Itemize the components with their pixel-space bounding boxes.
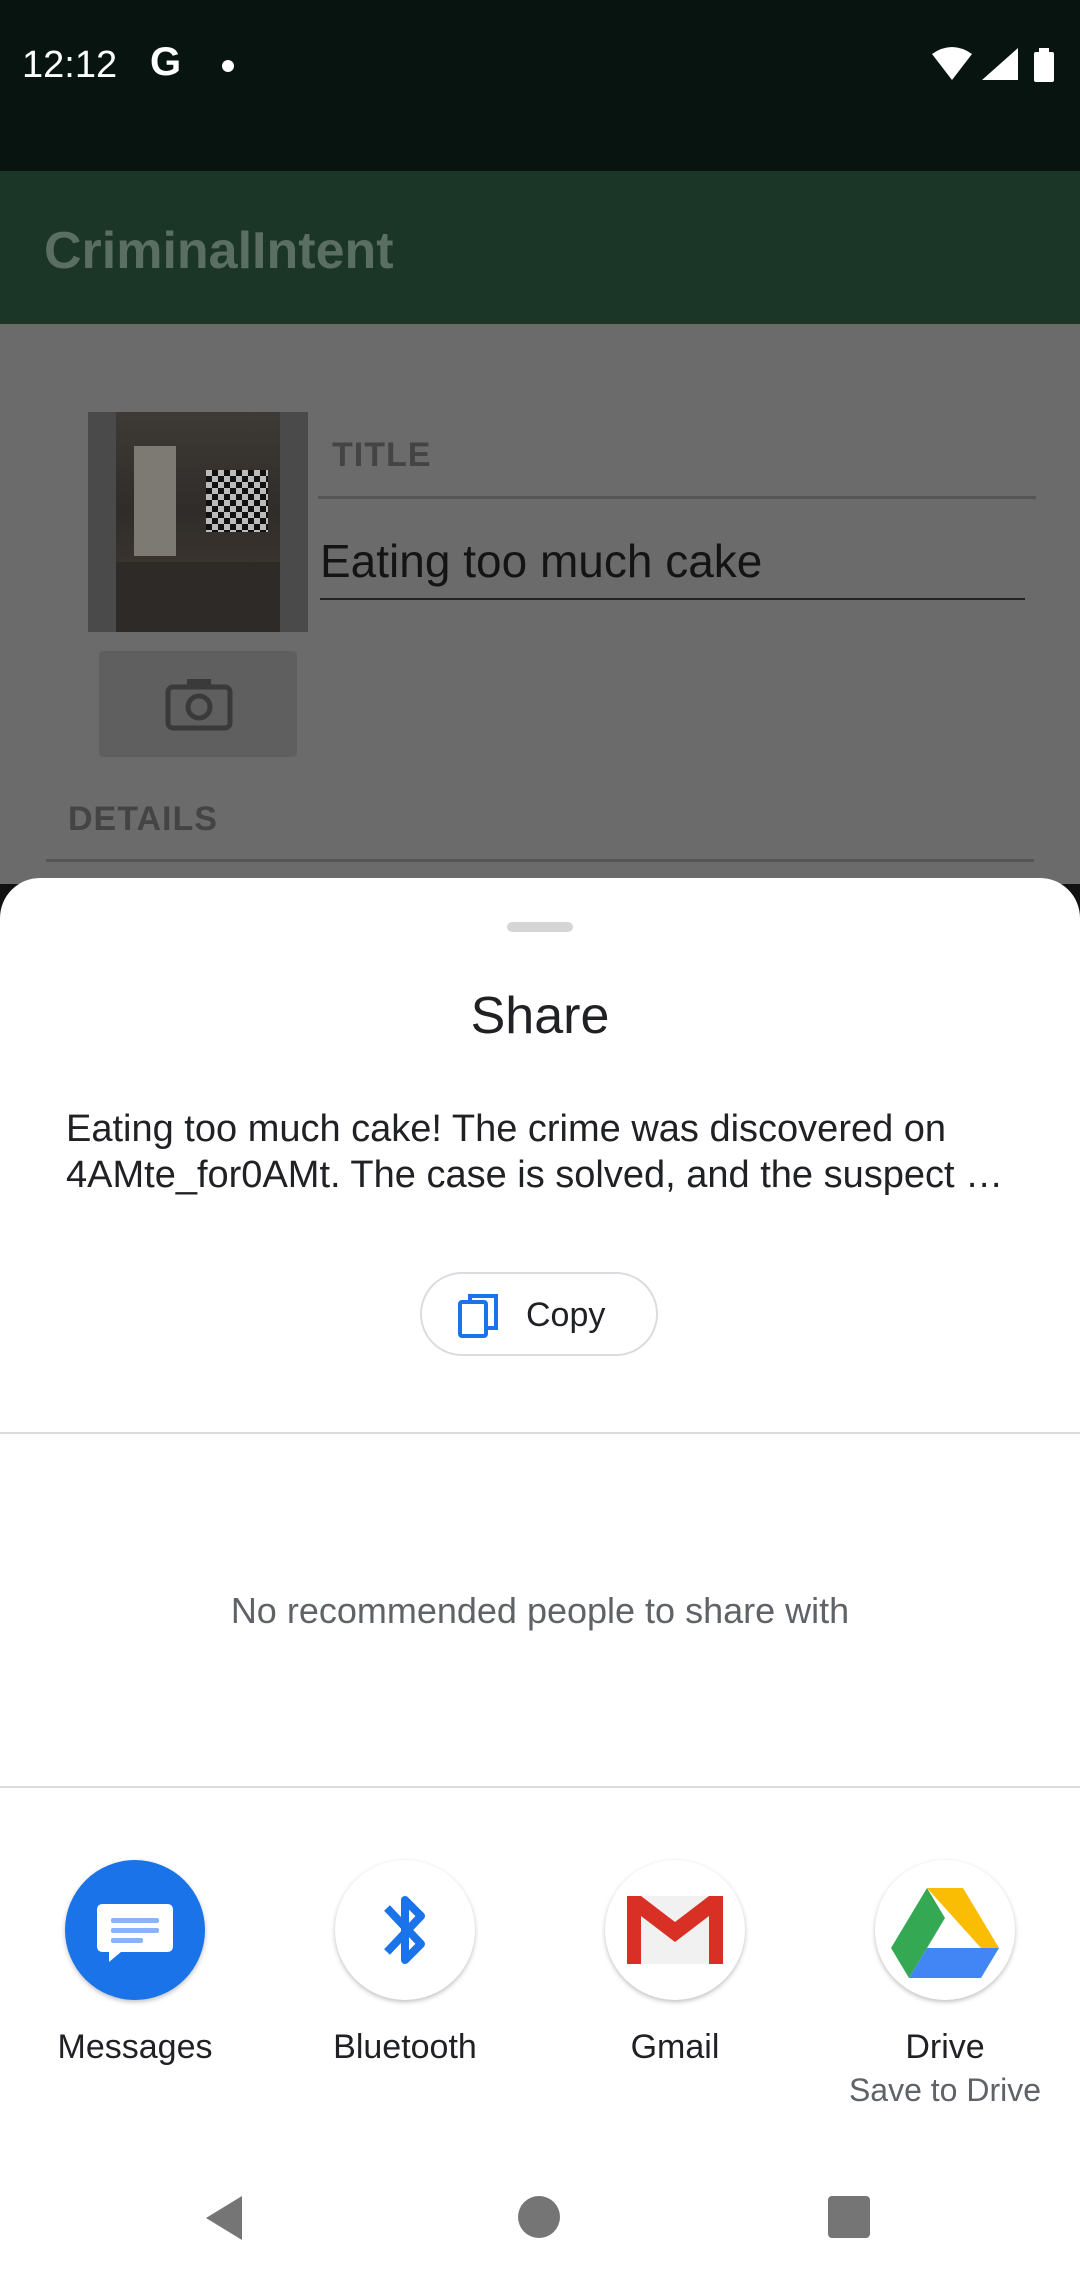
share-target-label: Bluetooth	[333, 2028, 477, 2066]
share-target-sublabel: Save to Drive	[848, 2072, 1042, 2108]
status-time: 12:12	[22, 44, 118, 86]
title-label: TITLE	[332, 436, 432, 474]
divider	[0, 1786, 1080, 1788]
share-sheet: Share Eating too much cake! The crime wa…	[0, 878, 1080, 2280]
app-title: CriminalIntent	[44, 222, 394, 280]
share-title: Share	[470, 987, 610, 1045]
battery-icon	[1034, 48, 1054, 82]
divider	[0, 1432, 1080, 1434]
recent-apps-icon[interactable]	[828, 2196, 870, 2238]
share-target-label: Messages	[57, 2028, 213, 2066]
bluetooth-icon	[335, 1860, 475, 2000]
title-field-underline	[320, 598, 1025, 600]
no-recommendations-text: No recommended people to share with	[230, 1590, 850, 1631]
share-target-gmail[interactable]: Gmail	[540, 1860, 810, 2120]
google-icon: G	[150, 40, 182, 84]
app-bar: CriminalIntent	[0, 171, 1080, 324]
title-field[interactable]: Eating too much cake	[320, 534, 762, 588]
crime-detail-form: TITLE Eating too much cake DETAILS	[0, 324, 1080, 884]
back-icon[interactable]	[202, 2192, 246, 2244]
share-preview-text: Eating too much cake! The crime was disc…	[66, 1108, 1004, 1196]
copy-button[interactable]: Copy	[420, 1272, 658, 1356]
details-label: DETAILS	[68, 800, 218, 838]
home-icon[interactable]	[518, 2196, 560, 2238]
gmail-icon	[605, 1860, 745, 2000]
signal-icon	[982, 48, 1018, 80]
share-target-messages[interactable]: Messages	[0, 1860, 270, 2120]
messages-icon	[65, 1860, 205, 2000]
share-target-bluetooth[interactable]: Bluetooth	[270, 1860, 540, 2120]
status-bar: 12:12 G	[0, 0, 1080, 171]
camera-button[interactable]	[99, 651, 297, 757]
wifi-icon	[932, 47, 972, 80]
copy-icon	[458, 1294, 498, 1338]
status-icons	[930, 46, 1060, 86]
camera-icon	[165, 679, 233, 731]
drag-handle[interactable]	[507, 922, 573, 932]
crime-photo-image	[116, 412, 280, 632]
notification-dot-icon	[222, 60, 234, 72]
navigation-bar	[0, 2180, 1080, 2280]
share-target-label: Gmail	[630, 2028, 720, 2066]
share-target-drive[interactable]: Drive Save to Drive	[810, 1860, 1080, 2120]
title-divider	[318, 496, 1036, 499]
crime-photo[interactable]	[88, 412, 308, 632]
drive-icon	[875, 1860, 1015, 2000]
details-divider	[46, 859, 1034, 862]
copy-label: Copy	[526, 1296, 606, 1334]
share-targets: Messages Bluetooth Gmail Drive Save to D…	[0, 1860, 1080, 2120]
share-target-label: Drive	[905, 2028, 985, 2066]
